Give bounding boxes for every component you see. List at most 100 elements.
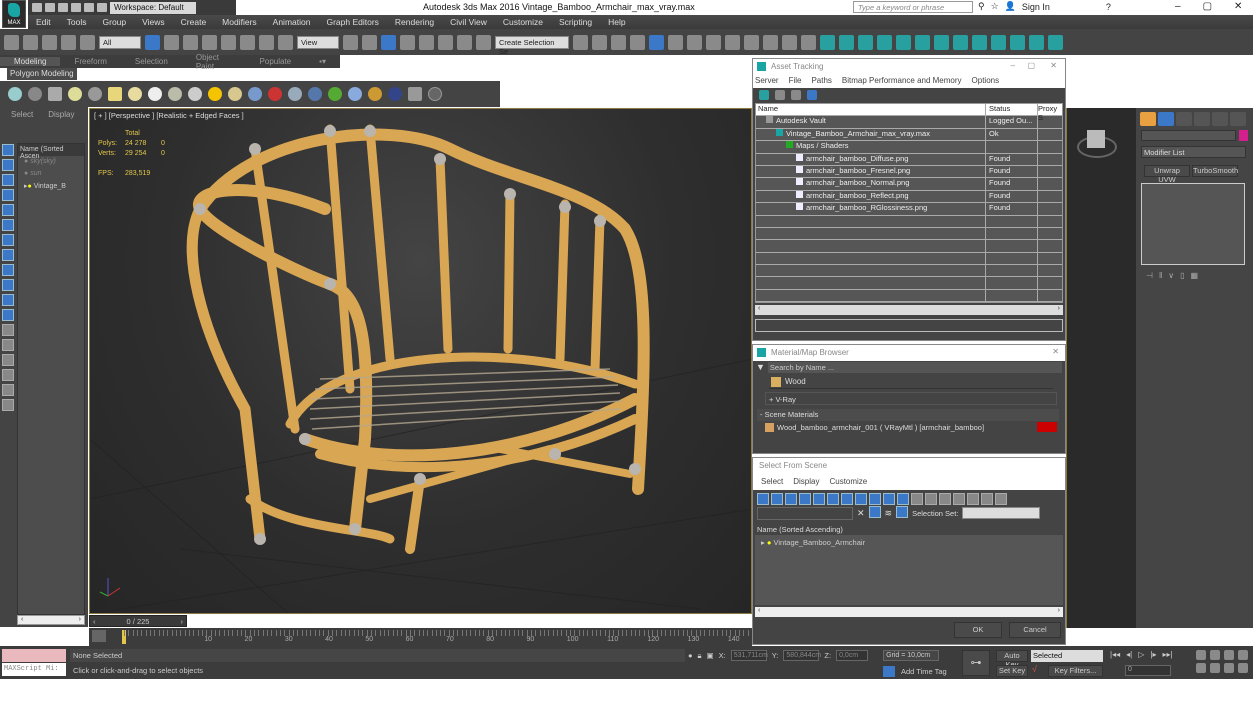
schematic-view-icon[interactable] xyxy=(687,34,702,50)
list-item[interactable]: ● sun xyxy=(18,168,84,180)
hierarchy-icon[interactable] xyxy=(2,384,14,396)
sun-icon[interactable] xyxy=(208,87,222,101)
filter-icon[interactable] xyxy=(967,493,979,505)
app-logo-button[interactable]: MAX xyxy=(2,0,26,28)
utilities-tab-icon[interactable] xyxy=(1230,112,1246,126)
window-crossing-icon[interactable] xyxy=(202,34,217,50)
teapot-icon[interactable] xyxy=(8,87,22,101)
maxscript-mini-listener[interactable]: MAXScript Mi: xyxy=(2,663,66,676)
find-case-icon[interactable] xyxy=(868,505,881,518)
field-of-view-icon[interactable] xyxy=(1196,663,1206,673)
unwrap-uvw-button[interactable]: Unwrap UVW xyxy=(1144,165,1190,184)
curve-editor-icon[interactable] xyxy=(668,34,683,50)
menu-scripting[interactable]: Scripting xyxy=(551,17,600,27)
tab-modeling[interactable]: Modeling xyxy=(0,57,61,66)
vray-camera-icon[interactable] xyxy=(858,34,873,50)
go-to-start-icon[interactable]: |◂◂ xyxy=(1110,650,1120,659)
hierarchy-mode-icon[interactable] xyxy=(896,505,909,518)
list-view-icon[interactable] xyxy=(775,90,785,100)
display-tab-icon[interactable] xyxy=(1212,112,1228,126)
mini-curve-editor-icon[interactable] xyxy=(92,630,106,642)
play-icon[interactable]: ▷ xyxy=(1138,650,1144,659)
time-tag-icon[interactable] xyxy=(883,666,895,677)
dome-icon[interactable] xyxy=(128,87,142,101)
light-filter-icon[interactable] xyxy=(785,493,797,505)
menu-tools[interactable]: Tools xyxy=(59,17,95,27)
xref-filter-icon[interactable] xyxy=(2,249,14,261)
vray-frame-buffer-icon[interactable] xyxy=(953,34,968,50)
sign-in-link[interactable]: Sign In xyxy=(1022,2,1050,12)
project-folder-icon[interactable] xyxy=(97,3,107,12)
particles-icon[interactable] xyxy=(248,87,262,101)
object-name-field[interactable] xyxy=(1141,130,1236,141)
scroll-left-icon[interactable]: ‹ xyxy=(21,616,23,624)
menu-group[interactable]: Group xyxy=(95,17,135,27)
list-item[interactable]: ▸ ● Vintage_Bamboo_Armchair xyxy=(755,535,1063,549)
maximize-icon[interactable]: ▢ xyxy=(1203,1,1212,12)
next-frame-icon[interactable]: › xyxy=(181,617,184,626)
scene-search-input[interactable] xyxy=(757,506,853,520)
rendered-frame-window-icon[interactable] xyxy=(744,34,759,50)
bind-space-warp-icon[interactable] xyxy=(80,34,95,50)
frozen-filter-icon[interactable] xyxy=(897,493,909,505)
cone-icon[interactable] xyxy=(188,87,202,101)
mirror-icon[interactable] xyxy=(573,34,588,50)
menu-select[interactable]: Select xyxy=(761,477,783,487)
render-element-icon[interactable] xyxy=(388,87,402,101)
list-header[interactable]: Name (Sorted Ascending) xyxy=(755,523,1063,535)
vray-group[interactable]: + V-Ray xyxy=(765,392,1057,405)
maximize-icon[interactable]: ▢ xyxy=(1027,61,1035,70)
display-all-icon[interactable] xyxy=(925,493,937,505)
vray-fur-icon[interactable] xyxy=(877,34,892,50)
camera-filter-icon[interactable] xyxy=(2,189,14,201)
vray-teapot-icon[interactable] xyxy=(1029,34,1044,50)
list-item[interactable]: ● sky(sky) xyxy=(18,156,84,168)
absolute-mode-icon[interactable]: ▣ xyxy=(707,651,714,660)
hidden-filter-icon[interactable] xyxy=(2,309,14,321)
list-header[interactable]: Name (Sorted Ascen xyxy=(18,144,84,160)
help-icon[interactable]: ? xyxy=(1106,2,1111,12)
previous-frame-icon[interactable]: ◂| xyxy=(1126,650,1132,659)
geometry-filter-icon[interactable] xyxy=(2,144,14,156)
shape-filter-icon[interactable] xyxy=(2,159,14,171)
link-icon[interactable] xyxy=(42,34,57,50)
select-by-name-icon[interactable] xyxy=(164,34,179,50)
redo-icon[interactable] xyxy=(23,34,38,50)
modifier-list-dropdown[interactable]: Modifier List xyxy=(1141,146,1246,158)
set-keys-key-icon[interactable]: ⊶ xyxy=(962,650,990,676)
bone-filter-icon[interactable] xyxy=(869,493,881,505)
sphere-icon[interactable] xyxy=(148,87,162,101)
vray-light-icon[interactable] xyxy=(820,34,835,50)
align-icon[interactable] xyxy=(592,34,607,50)
bone-filter-icon[interactable] xyxy=(2,264,14,276)
reference-coordinate-dropdown[interactable]: View xyxy=(297,35,339,49)
z-coordinate-field[interactable]: 0,0cm xyxy=(836,650,869,661)
vray-proxy-icon[interactable] xyxy=(896,34,911,50)
glass-sphere-icon[interactable] xyxy=(348,87,362,101)
zoom-all-icon[interactable] xyxy=(1210,650,1220,660)
asset-table-scrollbar[interactable]: ‹ › xyxy=(755,305,1063,315)
ribbon-options-icon[interactable]: ▪▾ xyxy=(305,57,340,66)
foliage-icon[interactable] xyxy=(328,87,342,101)
modify-tab-icon[interactable] xyxy=(1158,112,1174,126)
prev-frame-icon[interactable]: ‹ xyxy=(93,617,96,626)
menu-modifiers[interactable]: Modifiers xyxy=(214,17,264,27)
percent-snap-icon[interactable] xyxy=(438,34,453,50)
selection-filter-dropdown[interactable]: All xyxy=(99,35,141,49)
current-frame-field[interactable]: 0 xyxy=(1125,665,1171,676)
vray-mesh-export-icon[interactable] xyxy=(972,34,987,50)
undo-icon[interactable] xyxy=(4,34,19,50)
star-icon[interactable]: ☆ xyxy=(991,1,999,12)
tab-select[interactable]: Select xyxy=(11,110,33,119)
menu-create[interactable]: Create xyxy=(173,17,215,27)
scale-icon[interactable] xyxy=(259,34,274,50)
geometry-filter-icon[interactable] xyxy=(757,493,769,505)
menu-customize[interactable]: Customize xyxy=(495,17,551,27)
group-filter-icon[interactable] xyxy=(841,493,853,505)
next-frame-icon[interactable]: |▸ xyxy=(1150,650,1156,659)
asset-path-field[interactable] xyxy=(755,319,1063,332)
remove-modifier-icon[interactable]: ▯ xyxy=(1180,271,1190,280)
list-item[interactable]: ▸● Vintage_B xyxy=(18,180,84,192)
invert-display-icon[interactable] xyxy=(2,354,14,366)
user-icon[interactable]: 👤 xyxy=(1005,1,1016,12)
